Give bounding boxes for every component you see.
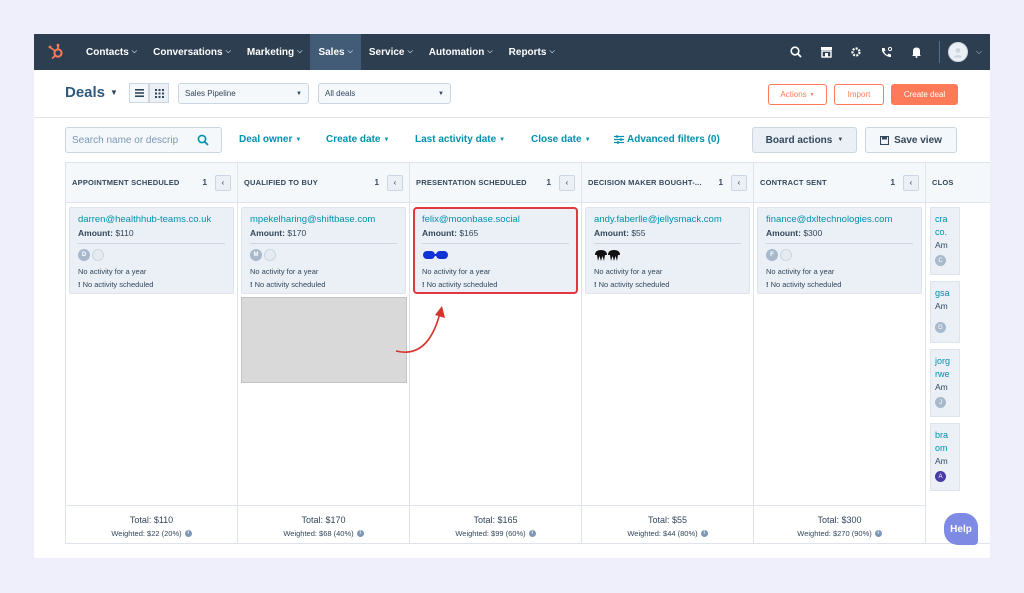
- marketplace-icon[interactable]: [811, 34, 841, 70]
- caret-down-icon: ▼: [110, 88, 118, 97]
- nav-sales[interactable]: Sales ⌵: [310, 34, 361, 70]
- actions-button[interactable]: Actions ▼: [768, 84, 827, 105]
- caret-down-icon: ▼: [837, 137, 844, 143]
- list-view-icon[interactable]: [129, 83, 149, 103]
- close-date-filter[interactable]: Close date ▼: [531, 134, 591, 145]
- deals-header: Deals ▼ Sales Pipeline ▼ All deals ▼ Action…: [34, 70, 990, 118]
- help-button[interactable]: Help: [944, 513, 978, 545]
- settings-gear-icon[interactable]: [841, 34, 871, 70]
- nav-divider: [939, 41, 940, 63]
- sliders-icon: [614, 135, 624, 144]
- chevron-down-icon: ⌵: [549, 48, 555, 55]
- user-avatar-icon[interactable]: [948, 42, 968, 62]
- caret-down-icon: ▼: [296, 90, 302, 97]
- deal-owner-filter[interactable]: Deal owner ▼: [239, 134, 301, 145]
- nav-marketing[interactable]: Marketing ⌵: [239, 34, 311, 70]
- pipeline-select[interactable]: Sales Pipeline ▼: [178, 83, 309, 104]
- import-button[interactable]: Import: [834, 84, 884, 105]
- chevron-down-icon: ⌵: [131, 48, 138, 55]
- create-date-filter[interactable]: Create date ▼: [326, 134, 389, 145]
- nav-reports[interactable]: Reports ⌵: [501, 34, 563, 70]
- save-disk-icon: [880, 135, 890, 145]
- nav-utilities: ⌵: [781, 34, 990, 70]
- chevron-down-icon: ⌵: [407, 48, 413, 55]
- chevron-down-icon: ⌵: [297, 48, 303, 55]
- caret-down-icon: ▼: [584, 136, 591, 143]
- caret-down-icon: ▼: [383, 136, 390, 143]
- hubspot-logo-icon[interactable]: [34, 34, 78, 70]
- advanced-filters-button[interactable]: Advanced filters (0): [614, 134, 720, 145]
- chevron-down-icon: ⌵: [487, 48, 493, 55]
- view-select[interactable]: All deals ▼: [318, 83, 451, 104]
- search-box: [65, 127, 222, 153]
- nav-service[interactable]: Service ⌵: [361, 34, 421, 70]
- board-actions-button[interactable]: Board actions ▼: [752, 127, 857, 153]
- chevron-down-icon: ⌵: [225, 48, 231, 55]
- nav-contacts[interactable]: Contacts ⌵: [78, 34, 145, 70]
- drag-arrow-annotation: [395, 306, 445, 353]
- chevron-down-icon: ⌵: [347, 48, 353, 55]
- caret-down-icon: ▼: [438, 90, 444, 97]
- board-view-icon[interactable]: [149, 83, 169, 103]
- notifications-bell-icon[interactable]: [901, 34, 931, 70]
- caret-down-icon: ▼: [499, 136, 506, 143]
- caret-down-icon: ▼: [809, 91, 815, 98]
- filter-bar: Deal owner▼ Create date▼ Last activity d…: [34, 118, 990, 162]
- search-icon[interactable]: [197, 134, 209, 146]
- account-menu-chevron-icon[interactable]: ⌵: [968, 34, 990, 70]
- app-window: Contacts ⌵ Conversations ⌵ Marketing ⌵ Sale…: [34, 34, 990, 558]
- create-deal-button[interactable]: Create deal: [891, 84, 958, 105]
- search-icon[interactable]: [781, 34, 811, 70]
- calling-icon[interactable]: [871, 34, 901, 70]
- search-input[interactable]: [72, 134, 197, 146]
- deals-board: APPOINTMENT SCHEDULED 1 ‹ darren@healthh…: [65, 162, 990, 544]
- nav-conversations[interactable]: Conversations ⌵: [145, 34, 239, 70]
- view-switcher: [129, 83, 169, 103]
- nav-automation[interactable]: Automation ⌵: [421, 34, 501, 70]
- save-view-button[interactable]: Save view: [865, 127, 957, 153]
- top-navigation: Contacts ⌵ Conversations ⌵ Marketing ⌵ Sale…: [34, 34, 990, 70]
- last-activity-filter[interactable]: Last activity date ▼: [415, 134, 505, 145]
- caret-down-icon: ▼: [295, 136, 302, 143]
- page-title[interactable]: Deals ▼: [65, 84, 118, 101]
